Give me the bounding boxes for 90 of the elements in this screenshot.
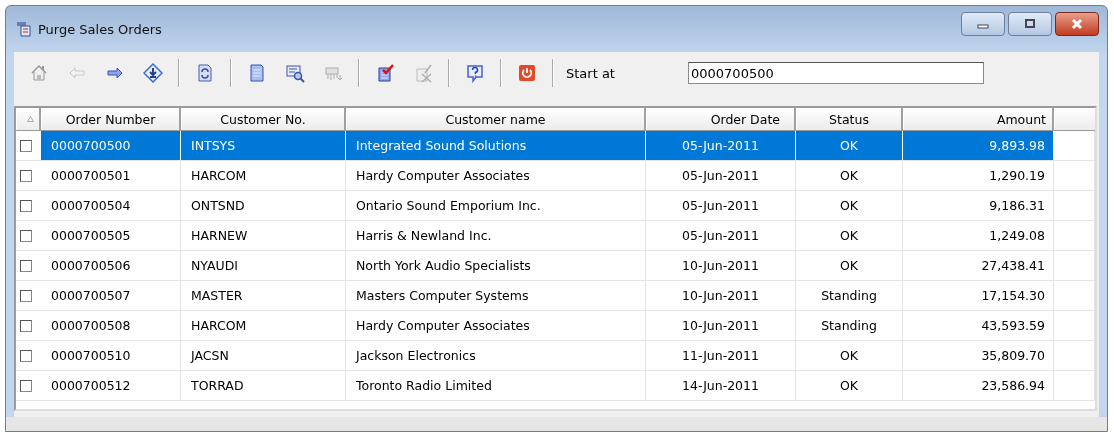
table-cell: Jackson Electronics bbox=[346, 341, 646, 370]
table-cell: 27,438.41 bbox=[903, 251, 1054, 280]
column-header[interactable]: Status bbox=[796, 108, 903, 130]
power-icon bbox=[517, 63, 537, 83]
clear-document-icon bbox=[413, 63, 433, 83]
table-cell: 43,593.59 bbox=[903, 311, 1054, 340]
start-at-label: Start at bbox=[566, 65, 616, 81]
row-checkbox[interactable] bbox=[20, 289, 32, 302]
table-cell: 05-Jun-2011 bbox=[646, 191, 796, 220]
table-cell: 05-Jun-2011 bbox=[646, 131, 796, 160]
table-cell: MASTER bbox=[181, 281, 346, 310]
table-cell: HARCOM bbox=[181, 311, 346, 340]
row-checkbox[interactable] bbox=[20, 319, 32, 332]
table-cell: ONTSND bbox=[181, 191, 346, 220]
table-cell: OK bbox=[796, 161, 903, 190]
column-header[interactable]: Customer name bbox=[346, 108, 646, 130]
table-cell: North York Audio Specialists bbox=[346, 251, 646, 280]
row-checkbox[interactable] bbox=[20, 169, 32, 182]
table-cell: OK bbox=[796, 131, 903, 160]
maximize-icon bbox=[1023, 19, 1037, 29]
table-cell: Standing bbox=[796, 281, 903, 310]
table-cell: 9,186.31 bbox=[903, 191, 1054, 220]
table-cell: HARCOM bbox=[181, 161, 346, 190]
minimize-button[interactable] bbox=[961, 12, 1005, 36]
selected-row-highlight[interactable]: 0000700500 INTSYS Integrated Sound Solutions 05-Jun-2011 OK 9,893.98 bbox=[41, 131, 1054, 160]
table-cell: 10-Jun-2011 bbox=[646, 281, 796, 310]
diamond-download-icon bbox=[143, 63, 163, 83]
table-cell: Standing bbox=[796, 311, 903, 340]
column-header[interactable]: Amount bbox=[903, 108, 1054, 130]
row-checkbox[interactable] bbox=[20, 349, 32, 362]
maximize-button[interactable] bbox=[1008, 12, 1052, 36]
table-cell: INTSYS bbox=[181, 131, 346, 160]
column-header[interactable]: Order Date bbox=[646, 108, 796, 130]
table-cell: 10-Jun-2011 bbox=[646, 251, 796, 280]
table-cell: Ontario Sound Emporium Inc. bbox=[346, 191, 646, 220]
row-checkbox[interactable] bbox=[20, 199, 32, 212]
table-cell: TORRAD bbox=[181, 371, 346, 400]
table-cell: Hardy Computer Associates bbox=[346, 161, 646, 190]
table-cell: 05-Jun-2011 bbox=[646, 161, 796, 190]
table-cell: 05-Jun-2011 bbox=[646, 221, 796, 250]
table-cell: 17,154.30 bbox=[903, 281, 1054, 310]
table-cell: Harris & Newland Inc. bbox=[346, 221, 646, 250]
table-cell: OK bbox=[796, 371, 903, 400]
table-cell: Masters Computer Systems bbox=[346, 281, 646, 310]
table-cell: Toronto Radio Limited bbox=[346, 371, 646, 400]
table-cell: 10-Jun-2011 bbox=[646, 311, 796, 340]
start-at-field[interactable]: 0000700500 bbox=[688, 62, 984, 84]
table-cell: OK bbox=[796, 251, 903, 280]
document-icon bbox=[247, 63, 267, 83]
table-cell: HARNEW bbox=[181, 221, 346, 250]
help-icon bbox=[465, 63, 485, 83]
table-cell: 0000700512 bbox=[41, 371, 181, 400]
table-cell: OK bbox=[796, 221, 903, 250]
table-cell: 11-Jun-2011 bbox=[646, 341, 796, 370]
column-header[interactable]: Order Number bbox=[41, 108, 181, 130]
table-cell: NYAUDI bbox=[181, 251, 346, 280]
row-checkbox[interactable] bbox=[20, 139, 32, 152]
row-checkbox[interactable] bbox=[20, 259, 32, 272]
table-cell: 9,893.98 bbox=[903, 131, 1054, 160]
table-cell: 0000700510 bbox=[41, 341, 181, 370]
table-cell: 0000700500 bbox=[41, 131, 181, 160]
window-title: Purge Sales Orders bbox=[38, 21, 162, 37]
row-checkbox[interactable] bbox=[20, 229, 32, 242]
close-button[interactable] bbox=[1055, 12, 1099, 36]
sort-indicator-icon bbox=[27, 116, 34, 122]
table-cell: Integrated Sound Solutions bbox=[346, 131, 646, 160]
checked-document-icon bbox=[375, 63, 395, 83]
app-icon bbox=[16, 21, 32, 37]
table-cell: OK bbox=[796, 341, 903, 370]
table-cell: 23,586.94 bbox=[903, 371, 1054, 400]
table-cell: 1,249.08 bbox=[903, 221, 1054, 250]
table-cell: 0000700506 bbox=[41, 251, 181, 280]
table-cell: 14-Jun-2011 bbox=[646, 371, 796, 400]
home-icon bbox=[29, 63, 49, 83]
preview-icon bbox=[285, 63, 305, 83]
close-icon bbox=[1070, 18, 1084, 30]
table-cell: 0000700504 bbox=[41, 191, 181, 220]
refresh-document-icon bbox=[195, 63, 215, 83]
table-cell: 35,809.70 bbox=[903, 341, 1054, 370]
table-cell: Hardy Computer Associates bbox=[346, 311, 646, 340]
table-cell: JACSN bbox=[181, 341, 346, 370]
table-cell: 0000700508 bbox=[41, 311, 181, 340]
column-header[interactable]: Customer No. bbox=[181, 108, 346, 130]
column-header[interactable] bbox=[16, 108, 41, 130]
table-cell: 1,290.19 bbox=[903, 161, 1054, 190]
table-cell: OK bbox=[796, 191, 903, 220]
row-checkbox[interactable] bbox=[20, 379, 32, 392]
table-cell: 0000700505 bbox=[41, 221, 181, 250]
table-cell: 0000700501 bbox=[41, 161, 181, 190]
table-cell: 0000700507 bbox=[41, 281, 181, 310]
